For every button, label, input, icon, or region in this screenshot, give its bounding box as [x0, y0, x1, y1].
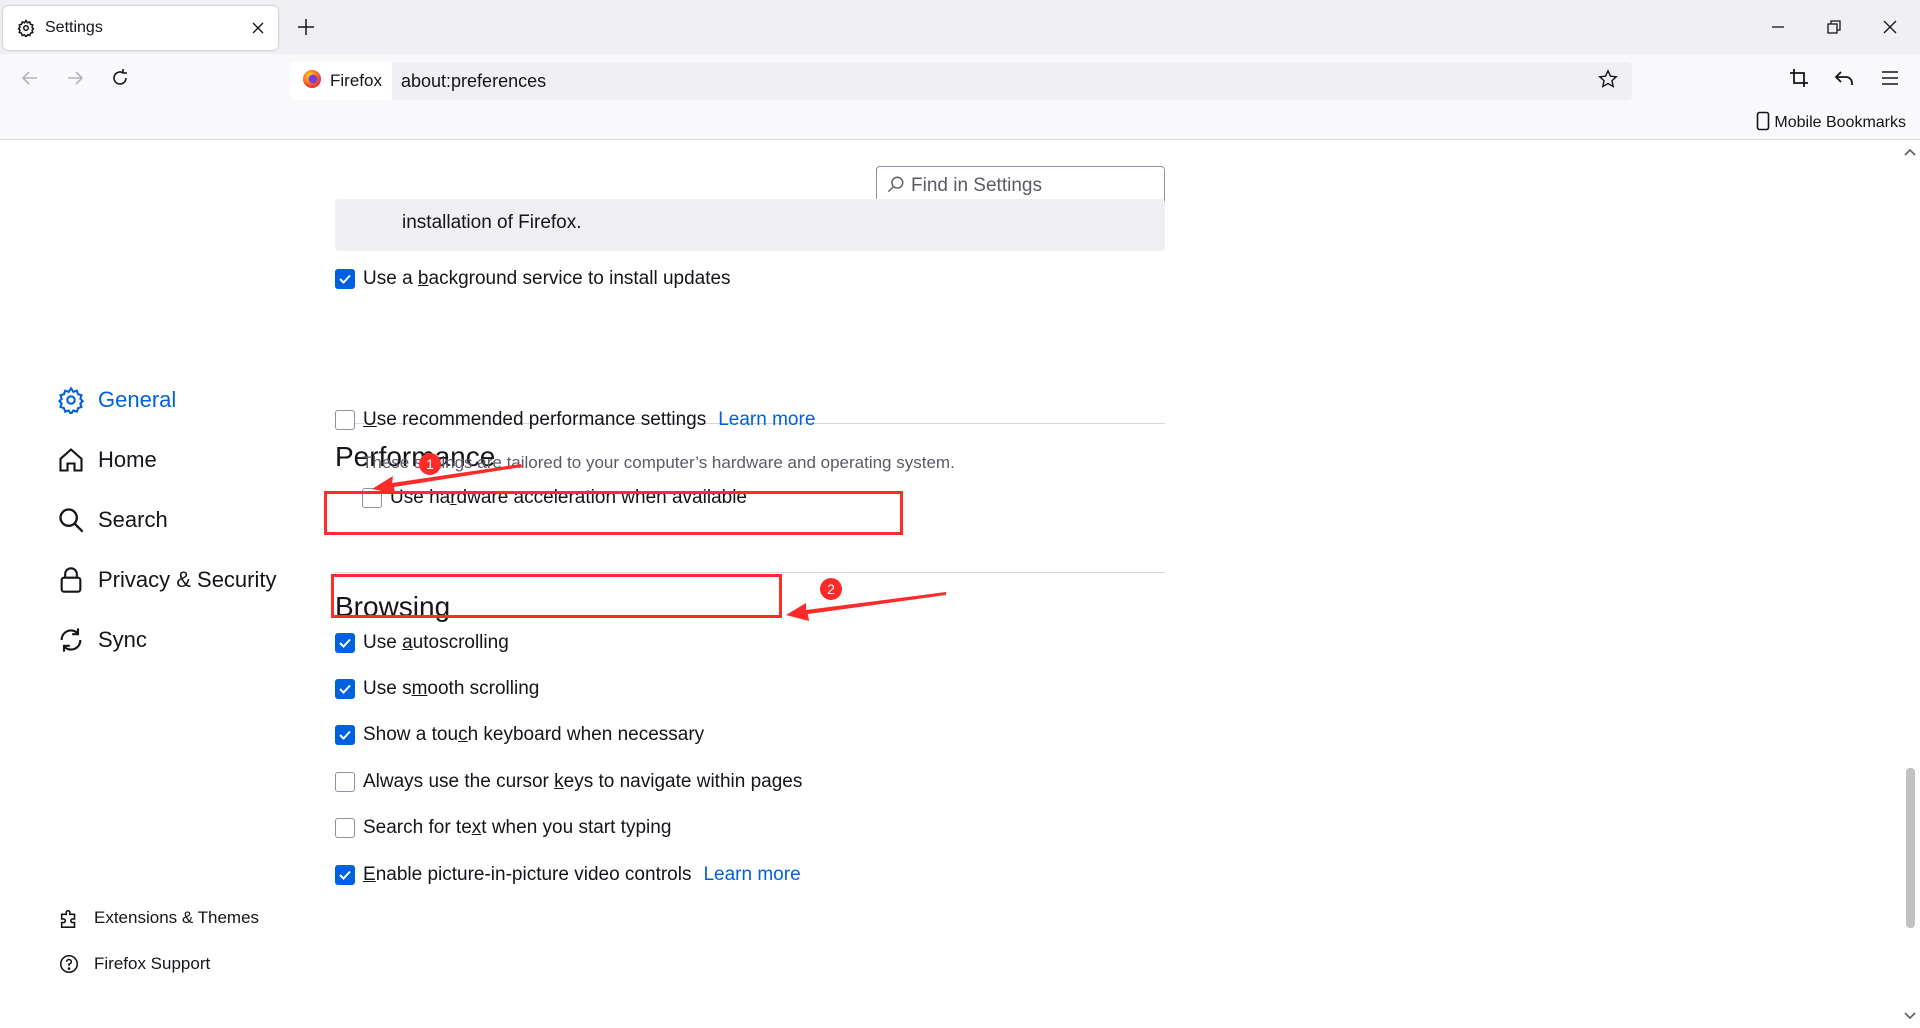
hamburger-menu-icon	[1881, 69, 1899, 92]
picture-in-picture-label: Enable picture-in-picture video controls	[363, 864, 692, 885]
footer-link-label: Firefox Support	[94, 954, 211, 973]
arrow-left-icon	[20, 68, 40, 93]
smooth-scrolling-label: Use smooth scrolling	[363, 678, 540, 699]
identity-box[interactable]: Firefox	[290, 62, 392, 100]
chevron-down-icon[interactable]	[1903, 1009, 1917, 1023]
annotation-number-2: 2	[820, 578, 842, 600]
puzzle-icon	[58, 907, 80, 929]
recommended-performance-label: Use recommended performance settings	[363, 409, 707, 430]
search-typing-row[interactable]: Search for text when you start typing	[335, 817, 671, 839]
update-info-text: installation of Firefox.	[402, 212, 582, 233]
back-button[interactable]	[12, 62, 48, 98]
picture-in-picture-row[interactable]: Enable picture-in-picture video controls…	[335, 864, 801, 886]
learn-more-link[interactable]: Learn more	[718, 409, 815, 431]
minimize-button[interactable]	[1760, 10, 1796, 44]
sidebar-item-label: Privacy & Security	[98, 567, 277, 592]
navigation-toolbar: Firefox about:preferences	[0, 54, 1920, 106]
bookmarks-toolbar: Mobile Bookmarks	[0, 106, 1920, 140]
sidebar-item-sync[interactable]: Sync	[56, 620, 147, 660]
smooth-scrolling-row[interactable]: Use smooth scrolling	[335, 678, 539, 700]
autoscrolling-label: Use autoscrolling	[363, 632, 509, 653]
tab-settings[interactable]: Settings	[3, 6, 278, 50]
lock-icon	[56, 565, 86, 595]
undo-arrow-icon	[1834, 68, 1854, 93]
restore-button[interactable]	[1816, 10, 1852, 44]
sidebar-item-label: General	[98, 387, 177, 412]
crop-icon	[1789, 68, 1809, 93]
annotation-number-1: 1	[419, 453, 441, 475]
star-icon	[1598, 68, 1618, 94]
new-tab-button[interactable]	[292, 13, 320, 41]
sidebar-item-search[interactable]: Search	[56, 500, 168, 540]
sidebar-item-label: Home	[98, 447, 157, 472]
annotation-arrows	[372, 464, 946, 621]
footer-link-label: Extensions & Themes	[94, 908, 260, 927]
gear-icon	[15, 17, 37, 39]
identity-label: Firefox	[330, 71, 382, 90]
touch-keyboard-label: Show a touch keyboard when necessary	[363, 724, 705, 745]
performance-description: These settings are tailored to your comp…	[362, 453, 955, 472]
scrollbar-thumb[interactable]	[1906, 768, 1915, 928]
tab-title: Settings	[45, 19, 103, 36]
arrow-right-icon	[65, 68, 85, 93]
sidebar-item-label: Sync	[98, 627, 147, 652]
extensions-themes-link[interactable]: Extensions & Themes	[58, 904, 259, 932]
learn-more-link[interactable]: Learn more	[703, 864, 800, 886]
sidebar-item-home[interactable]: Home	[56, 440, 157, 480]
annotation-box-1	[324, 491, 903, 535]
search-typing-checkbox[interactable]	[335, 818, 355, 838]
close-icon[interactable]	[248, 18, 268, 38]
url-text[interactable]: about:preferences	[401, 62, 546, 100]
home-icon	[56, 445, 86, 475]
mobile-bookmarks-label: Mobile Bookmarks	[1774, 114, 1906, 131]
search-icon	[887, 175, 905, 198]
sidebar-item-label: Search	[98, 507, 168, 532]
cursor-keys-checkbox[interactable]	[335, 772, 355, 792]
vertical-scrollbar[interactable]	[1900, 141, 1920, 1028]
help-icon	[58, 953, 80, 975]
annotation-arrow-2	[786, 592, 946, 621]
reload-icon	[110, 68, 130, 93]
annotation-box-2	[331, 574, 782, 618]
close-window-button[interactable]	[1872, 10, 1908, 44]
search-icon	[56, 505, 86, 535]
background-service-row[interactable]: Use a background service to install upda…	[335, 268, 731, 290]
autoscrolling-checkbox[interactable]	[335, 633, 355, 653]
autoscrolling-row[interactable]: Use autoscrolling	[335, 632, 509, 654]
reload-button[interactable]	[102, 62, 138, 98]
chevron-up-icon[interactable]	[1903, 145, 1917, 159]
gear-icon	[56, 385, 86, 415]
recommended-performance-row[interactable]: Use recommended performance settings Lea…	[335, 409, 815, 431]
mobile-bookmarks-item[interactable]: Mobile Bookmarks	[1756, 111, 1906, 136]
tab-strip: Settings	[0, 0, 1920, 54]
firefox-support-link[interactable]: Firefox Support	[58, 950, 210, 978]
recommended-performance-checkbox[interactable]	[335, 410, 355, 430]
sidebar-item-privacy-security[interactable]: Privacy & Security	[56, 560, 277, 600]
cursor-keys-label: Always use the cursor keys to navigate w…	[363, 771, 803, 792]
preferences-content: General Home Search Privacy & Security S…	[0, 141, 1900, 1028]
background-service-label: Use a background service to install upda…	[363, 268, 731, 289]
forward-button[interactable]	[57, 62, 93, 98]
mobile-phone-icon	[1756, 111, 1770, 136]
url-bar[interactable]: Firefox about:preferences	[290, 62, 1632, 100]
bookmark-star-button[interactable]	[1592, 65, 1624, 97]
smooth-scrolling-checkbox[interactable]	[335, 679, 355, 699]
update-info-box: installation of Firefox.	[335, 199, 1165, 251]
sync-icon	[56, 625, 86, 655]
sidebar-item-general[interactable]: General	[56, 380, 176, 420]
section-divider	[335, 572, 1165, 573]
cursor-keys-row[interactable]: Always use the cursor keys to navigate w…	[335, 771, 802, 793]
touch-keyboard-row[interactable]: Show a touch keyboard when necessary	[335, 724, 704, 746]
undo-close-tab-button[interactable]	[1826, 62, 1862, 98]
background-service-checkbox[interactable]	[335, 269, 355, 289]
picture-in-picture-checkbox[interactable]	[335, 865, 355, 885]
app-menu-button[interactable]	[1872, 62, 1908, 98]
firefox-logo-icon	[302, 69, 322, 94]
touch-keyboard-checkbox[interactable]	[335, 725, 355, 745]
search-input[interactable]	[911, 175, 1151, 197]
search-typing-label: Search for text when you start typing	[363, 817, 672, 838]
screenshot-button[interactable]	[1781, 62, 1817, 98]
